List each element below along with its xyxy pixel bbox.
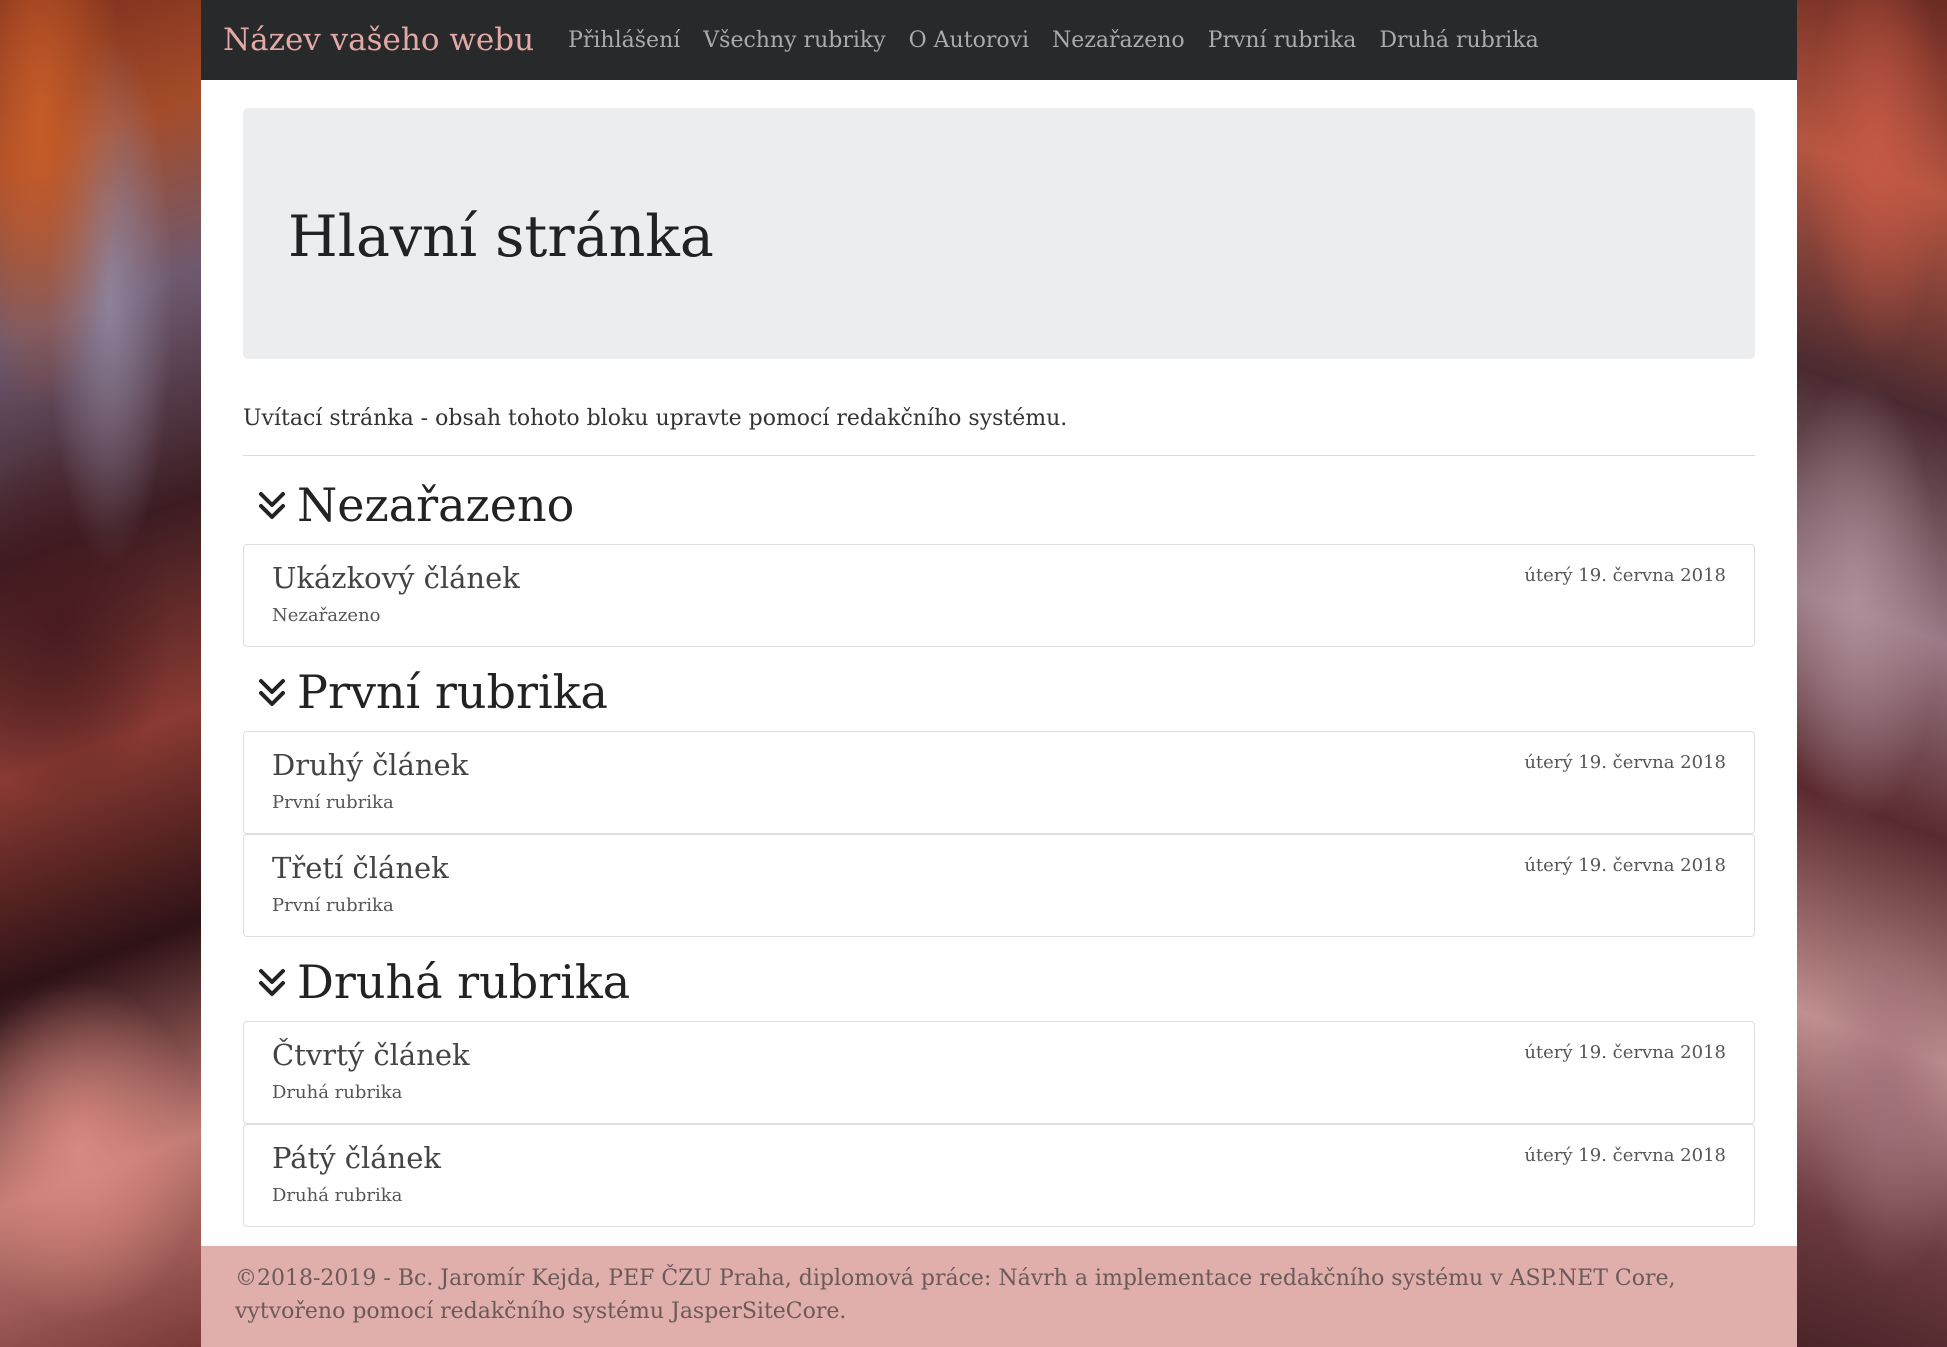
background-image-left [0,0,201,1347]
page-footer: ©2018-2019 - Bc. Jaromír Kejda, PEF ČZU … [201,1246,1797,1347]
top-navbar: Název vašeho webu Přihlášení Všechny rub… [201,0,1797,80]
article-date: úterý 19. června 2018 [1524,855,1726,876]
article-title[interactable]: Třetí článek [272,851,1726,885]
page-wrapper: Název vašeho webu Přihlášení Všechny rub… [201,0,1797,1347]
article-card[interactable]: Pátý článek Druhá rubrika úterý 19. červ… [243,1124,1755,1227]
page-title: Hlavní stránka [288,203,714,270]
article-card[interactable]: Třetí článek První rubrika úterý 19. čer… [243,834,1755,937]
section-title: Nezařazeno [297,478,575,532]
nav-item-login[interactable]: Přihlášení [568,28,680,53]
nav-item-all-categories[interactable]: Všechny rubriky [703,28,885,53]
section-title: První rubrika [297,665,608,719]
article-date: úterý 19. června 2018 [1524,1145,1726,1166]
article-title[interactable]: Druhý článek [272,748,1726,782]
footer-text: ©2018-2019 - Bc. Jaromír Kejda, PEF ČZU … [235,1266,1676,1324]
article-category: První rubrika [272,792,394,813]
site-brand-link[interactable]: Název vašeho webu [223,22,534,58]
article-category: Druhá rubrika [272,1082,403,1103]
section-title: Druhá rubrika [297,955,631,1009]
article-card[interactable]: Ukázkový článek Nezařazeno úterý 19. čer… [243,544,1755,647]
chevron-double-down-icon [259,679,285,706]
article-card[interactable]: Druhý článek První rubrika úterý 19. čer… [243,731,1755,834]
article-date: úterý 19. června 2018 [1524,1042,1726,1063]
nav-item-about-author[interactable]: O Autorovi [909,28,1029,53]
article-title[interactable]: Ukázkový článek [272,561,1726,595]
nav-item-first-category[interactable]: První rubrika [1208,28,1357,53]
section-heading-first-category: První rubrika [243,663,1755,721]
article-title[interactable]: Pátý článek [272,1141,1726,1175]
article-date: úterý 19. června 2018 [1524,752,1726,773]
chevron-double-down-icon [259,969,285,996]
background-image-right [1797,0,1947,1347]
section-heading-second-category: Druhá rubrika [243,953,1755,1011]
article-category: První rubrika [272,895,394,916]
jumbotron: Hlavní stránka [243,108,1755,359]
nav-item-second-category[interactable]: Druhá rubrika [1379,28,1538,53]
nav-item-uncategorized[interactable]: Nezařazeno [1052,28,1185,53]
article-date: úterý 19. června 2018 [1524,565,1726,586]
main-content: Hlavní stránka Uvítací stránka - obsah t… [201,80,1797,1227]
article-title[interactable]: Čtvrtý článek [272,1038,1726,1072]
article-category: Druhá rubrika [272,1185,403,1206]
article-category: Nezařazeno [272,605,381,626]
intro-text: Uvítací stránka - obsah tohoto bloku upr… [243,406,1755,456]
section-heading-uncategorized: Nezařazeno [243,476,1755,534]
chevron-double-down-icon [259,492,285,519]
article-card[interactable]: Čtvrtý článek Druhá rubrika úterý 19. če… [243,1021,1755,1124]
